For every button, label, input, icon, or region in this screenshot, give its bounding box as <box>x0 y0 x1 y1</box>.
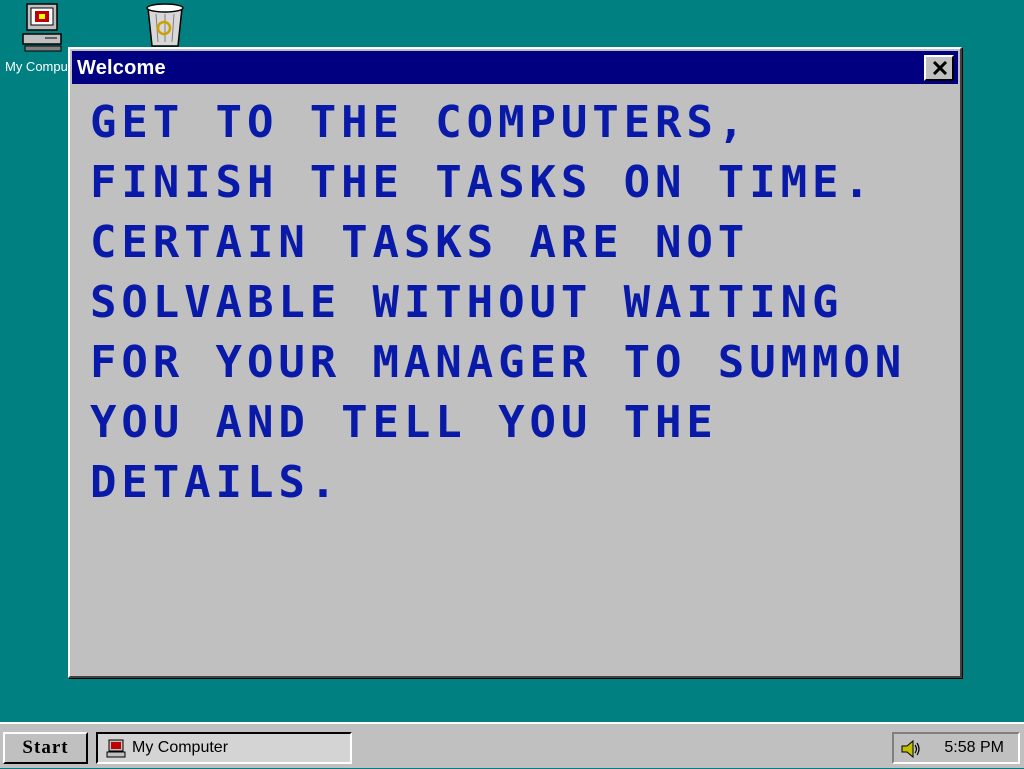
close-icon <box>932 61 948 75</box>
welcome-dialog: Welcome Get to the computers, finish the… <box>68 47 962 678</box>
recycle-bin-icon <box>125 2 205 51</box>
taskbar: Start My Computer 5:58 PM <box>0 722 1024 768</box>
taskbar-item-my-computer[interactable]: My Computer <box>96 732 352 764</box>
speaker-icon[interactable] <box>900 738 922 764</box>
desktop-icon-recycle-bin[interactable] <box>125 2 205 51</box>
title-bar[interactable]: Welcome <box>72 51 958 84</box>
close-button[interactable] <box>924 55 954 81</box>
start-button[interactable]: Start <box>3 732 88 764</box>
system-tray: 5:58 PM <box>892 732 1020 764</box>
my-computer-icon <box>106 739 128 769</box>
clock[interactable]: 5:58 PM <box>944 734 1004 762</box>
welcome-message: Get to the computers, finish the tasks o… <box>90 97 907 508</box>
taskbar-item-label: My Computer <box>132 739 229 756</box>
window-title: Welcome <box>77 57 166 79</box>
desktop: My Computer Welcome Get to t <box>0 0 1024 722</box>
